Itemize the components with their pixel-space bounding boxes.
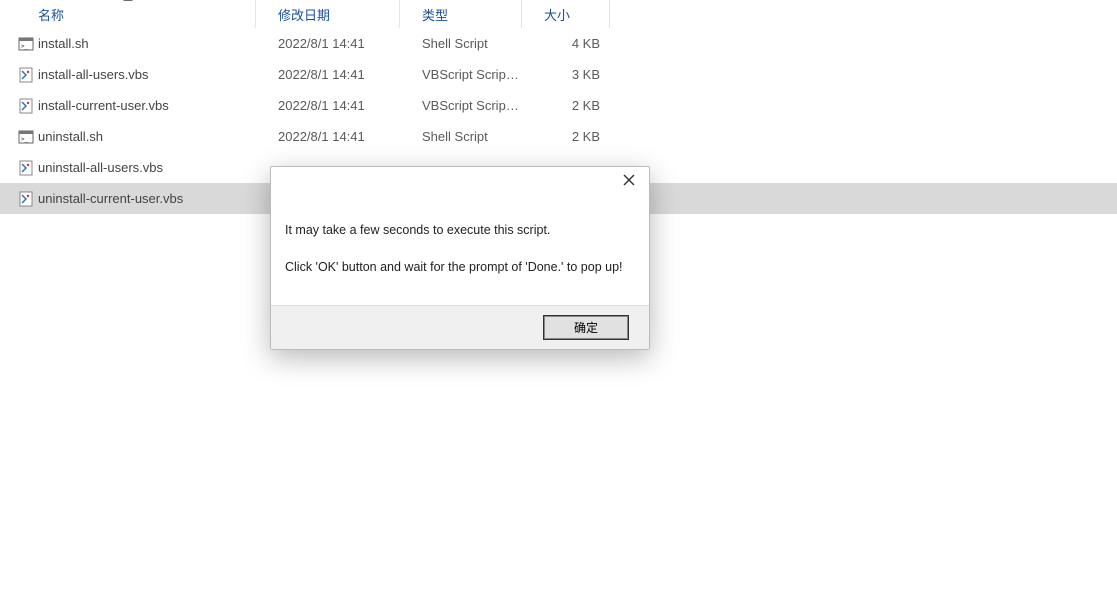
- file-row[interactable]: install-current-user.vbs 2022/8/1 14:41VB…: [0, 90, 1117, 121]
- ok-button[interactable]: 确定: [543, 315, 629, 340]
- header-size-label: 大小: [544, 5, 570, 24]
- file-size-cell: 2 KB: [522, 98, 610, 113]
- close-button[interactable]: [617, 168, 641, 192]
- vbs-file-icon: [18, 160, 34, 176]
- file-size-cell: 4 KB: [522, 36, 610, 51]
- file-name-label: install-all-users.vbs: [38, 67, 149, 82]
- dialog-titlebar: [271, 167, 649, 193]
- vbs-file-icon: [18, 191, 34, 207]
- header-date[interactable]: 修改日期: [256, 0, 400, 28]
- header-name-label: 名称: [38, 5, 64, 24]
- file-name-label: uninstall-current-user.vbs: [38, 191, 183, 206]
- svg-text:>_: >_: [21, 43, 29, 50]
- file-name-cell: install-current-user.vbs: [0, 98, 256, 114]
- ok-button-label: 确定: [574, 319, 598, 336]
- file-date-cell: 2022/8/1 14:41: [256, 36, 400, 51]
- file-size-cell: 2 KB: [522, 129, 610, 144]
- shell-file-icon: >_: [18, 36, 34, 52]
- file-type-cell: Shell Script: [400, 129, 522, 144]
- file-type-cell: Shell Script: [400, 36, 522, 51]
- header-name[interactable]: 名称: [0, 0, 256, 28]
- dialog-footer: 确定: [271, 305, 649, 349]
- file-name-label: install.sh: [38, 36, 89, 51]
- file-name-cell: >_ install.sh: [0, 36, 256, 52]
- vbs-file-icon: [18, 98, 34, 114]
- sort-ascending-icon: [123, 0, 133, 1]
- column-headers: 名称 修改日期 类型 大小: [0, 0, 1117, 28]
- vbs-file-icon: [18, 67, 34, 83]
- dialog-message-line2: Click 'OK' button and wait for the promp…: [285, 258, 635, 277]
- file-row[interactable]: install-all-users.vbs 2022/8/1 14:41VBScr…: [0, 59, 1117, 90]
- file-name-label: install-current-user.vbs: [38, 98, 169, 113]
- header-size[interactable]: 大小: [522, 0, 610, 28]
- file-name-label: uninstall.sh: [38, 129, 103, 144]
- file-date-cell: 2022/8/1 14:41: [256, 67, 400, 82]
- file-row[interactable]: >_ install.sh 2022/8/1 14:41Shell Script4 …: [0, 28, 1117, 59]
- script-dialog: It may take a few seconds to execute thi…: [270, 166, 650, 350]
- dialog-body: It may take a few seconds to execute thi…: [271, 193, 649, 305]
- svg-text:>_: >_: [21, 136, 29, 143]
- header-type[interactable]: 类型: [400, 0, 522, 28]
- file-name-label: uninstall-all-users.vbs: [38, 160, 163, 175]
- header-type-label: 类型: [422, 5, 448, 24]
- shell-file-icon: >_: [18, 129, 34, 145]
- file-type-cell: VBScript Script ...: [400, 98, 522, 113]
- file-date-cell: 2022/8/1 14:41: [256, 98, 400, 113]
- header-date-label: 修改日期: [278, 5, 330, 24]
- file-name-cell: install-all-users.vbs: [0, 67, 256, 83]
- dialog-message-line1: It may take a few seconds to execute thi…: [285, 221, 635, 240]
- file-date-cell: 2022/8/1 14:41: [256, 129, 400, 144]
- file-name-cell: uninstall-current-user.vbs: [0, 191, 256, 207]
- file-name-cell: uninstall-all-users.vbs: [0, 160, 256, 176]
- file-size-cell: 3 KB: [522, 67, 610, 82]
- file-name-cell: >_ uninstall.sh: [0, 129, 256, 145]
- file-row[interactable]: >_ uninstall.sh 2022/8/1 14:41Shell Script…: [0, 121, 1117, 152]
- file-type-cell: VBScript Script ...: [400, 67, 522, 82]
- close-icon: [623, 174, 635, 186]
